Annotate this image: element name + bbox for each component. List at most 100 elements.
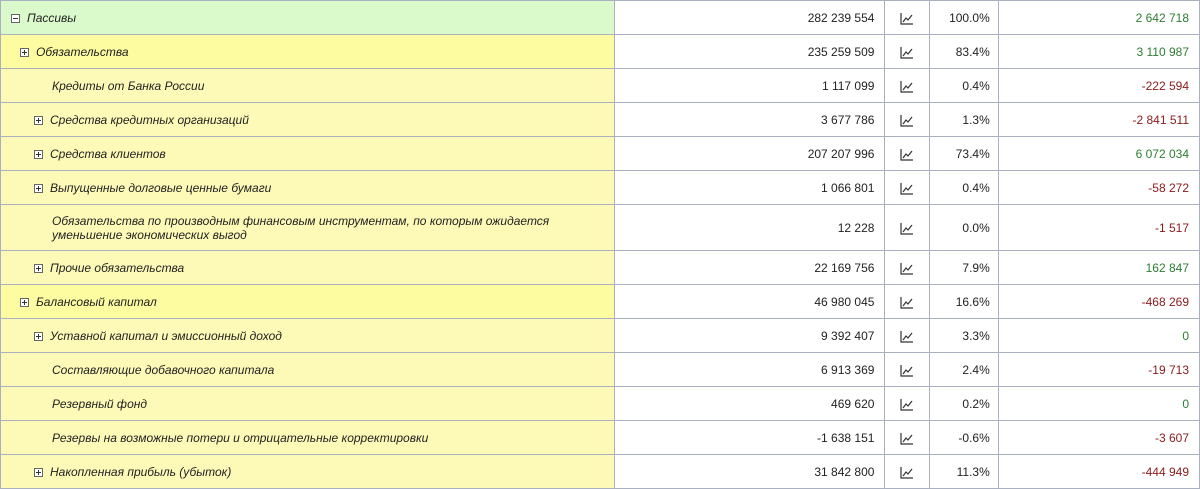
row-name-cell: Накопленная прибыль (убыток) (0, 454, 615, 489)
row-value: 46 980 045 (613, 284, 886, 319)
row-label: Выпущенные долговые ценные бумаги (50, 180, 272, 195)
row-change: -1 517 (997, 204, 1200, 251)
row-label: Составляющие добавочного капитала (52, 362, 275, 377)
table-row[interactable]: Уставной капитал и эмиссионный доход 9 39… (0, 318, 1200, 353)
row-share-percent: 0.4% (929, 170, 999, 205)
table-row[interactable]: Обязательства по производным финансовым … (0, 204, 1200, 251)
row-name-cell: Кредиты от Банка России (0, 68, 615, 103)
row-value: 1 117 099 (613, 68, 886, 103)
line-chart-icon[interactable] (884, 68, 931, 103)
row-label: Балансовый капитал (36, 294, 157, 309)
line-chart-icon[interactable] (884, 420, 931, 455)
row-share-percent: 0.0% (929, 204, 999, 251)
row-change: 162 847 (997, 250, 1200, 285)
row-change: -2 841 511 (997, 102, 1200, 137)
expand-icon[interactable] (34, 467, 43, 477)
row-label: Обязательства по производным финансовым … (52, 213, 550, 242)
row-value: 207 207 996 (613, 136, 886, 171)
row-share-percent: 73.4% (929, 136, 999, 171)
row-name-cell: Прочие обязательства (0, 250, 615, 285)
collapse-icon[interactable] (11, 13, 20, 23)
row-label: Резервы на возможные потери и отрицатель… (52, 430, 429, 445)
row-value: 282 239 554 (613, 0, 886, 35)
expand-icon[interactable] (34, 115, 43, 125)
line-chart-icon[interactable] (884, 102, 931, 137)
row-share-percent: 2.4% (929, 352, 999, 387)
table-row[interactable]: Резервный фонд 469 620 0.2% 0 (0, 386, 1200, 421)
expand-icon[interactable] (34, 183, 43, 193)
row-name-cell: Обязательства (0, 34, 615, 69)
line-chart-icon[interactable] (884, 136, 931, 171)
table-row[interactable]: Пассивы 282 239 554 100.0% 2 642 718 (0, 0, 1200, 35)
line-chart-icon[interactable] (884, 0, 931, 35)
row-share-percent: 7.9% (929, 250, 999, 285)
row-share-percent: 11.3% (929, 454, 999, 489)
row-change: 0 (997, 386, 1200, 421)
row-share-percent: 83.4% (929, 34, 999, 69)
row-value: 22 169 756 (613, 250, 886, 285)
row-name-cell: Балансовый капитал (0, 284, 615, 319)
row-value: 31 842 800 (613, 454, 886, 489)
line-chart-icon[interactable] (884, 250, 931, 285)
table-row[interactable]: Балансовый капитал 46 980 045 16.6% -468 26… (0, 284, 1200, 319)
row-value: 12 228 (613, 204, 886, 251)
row-name-cell: Уставной капитал и эмиссионный доход (0, 318, 615, 353)
row-name-cell: Средства клиентов (0, 136, 615, 171)
row-change: -3 607 (997, 420, 1200, 455)
row-change: -19 713 (997, 352, 1200, 387)
line-chart-icon[interactable] (884, 352, 931, 387)
row-name-cell: Выпущенные долговые ценные бумаги (0, 170, 615, 205)
row-name-cell: Резервный фонд (0, 386, 615, 421)
row-change: -468 269 (997, 284, 1200, 319)
table-row[interactable]: Выпущенные долговые ценные бумаги 1 066 8… (0, 170, 1200, 205)
row-change: 2 642 718 (997, 0, 1200, 35)
row-label: Резервный фонд (52, 396, 147, 411)
expand-icon[interactable] (34, 331, 43, 341)
expand-icon[interactable] (20, 47, 29, 57)
row-name-cell: Обязательства по производным финансовым … (0, 204, 615, 251)
row-value: 6 913 369 (613, 352, 886, 387)
row-value: 235 259 509 (613, 34, 886, 69)
row-value: 3 677 786 (613, 102, 886, 137)
row-label: Обязательства (36, 44, 129, 59)
row-name-cell: Резервы на возможные потери и отрицатель… (0, 420, 615, 455)
row-change: 6 072 034 (997, 136, 1200, 171)
row-share-percent: 16.6% (929, 284, 999, 319)
row-share-percent: -0.6% (929, 420, 999, 455)
row-label: Прочие обязательства (50, 260, 185, 275)
table-row[interactable]: Обязательства 235 259 509 83.4% 3 110 987 (0, 34, 1200, 69)
expand-icon[interactable] (34, 149, 43, 159)
row-label: Средства кредитных организаций (50, 112, 249, 127)
row-change: 3 110 987 (997, 34, 1200, 69)
table-row[interactable]: Средства кредитных организаций 3 677 786 1… (0, 102, 1200, 137)
line-chart-icon[interactable] (884, 454, 931, 489)
row-change: -444 949 (997, 454, 1200, 489)
table-row[interactable]: Резервы на возможные потери и отрицатель… (0, 420, 1200, 455)
row-share-percent: 100.0% (929, 0, 999, 35)
row-label: Средства клиентов (50, 146, 166, 161)
row-value: 1 066 801 (613, 170, 886, 205)
table-row[interactable]: Составляющие добавочного капитала 6 913 3… (0, 352, 1200, 387)
row-share-percent: 1.3% (929, 102, 999, 137)
row-change: -222 594 (997, 68, 1200, 103)
line-chart-icon[interactable] (884, 34, 931, 69)
line-chart-icon[interactable] (884, 204, 931, 251)
line-chart-icon[interactable] (884, 170, 931, 205)
row-label: Пассивы (27, 10, 77, 25)
line-chart-icon[interactable] (884, 284, 931, 319)
row-label: Уставной капитал и эмиссионный доход (50, 328, 282, 343)
table-row[interactable]: Средства клиентов 207 207 996 73.4% 6 072 0… (0, 136, 1200, 171)
line-chart-icon[interactable] (884, 318, 931, 353)
balance-table-body: Пассивы 282 239 554 100.0% 2 642 718 Обязате… (0, 0, 1200, 489)
expand-icon[interactable] (20, 297, 29, 307)
row-label: Кредиты от Банка России (52, 78, 205, 93)
line-chart-icon[interactable] (884, 386, 931, 421)
row-label: Накопленная прибыль (убыток) (50, 464, 232, 479)
table-row[interactable]: Кредиты от Банка России 1 117 099 0.4% -222… (0, 68, 1200, 103)
expand-icon[interactable] (34, 263, 43, 273)
row-name-cell: Средства кредитных организаций (0, 102, 615, 137)
row-share-percent: 3.3% (929, 318, 999, 353)
table-row[interactable]: Накопленная прибыль (убыток) 31 842 800 11… (0, 454, 1200, 489)
table-row[interactable]: Прочие обязательства 22 169 756 7.9% 162 84… (0, 250, 1200, 285)
row-change: 0 (997, 318, 1200, 353)
